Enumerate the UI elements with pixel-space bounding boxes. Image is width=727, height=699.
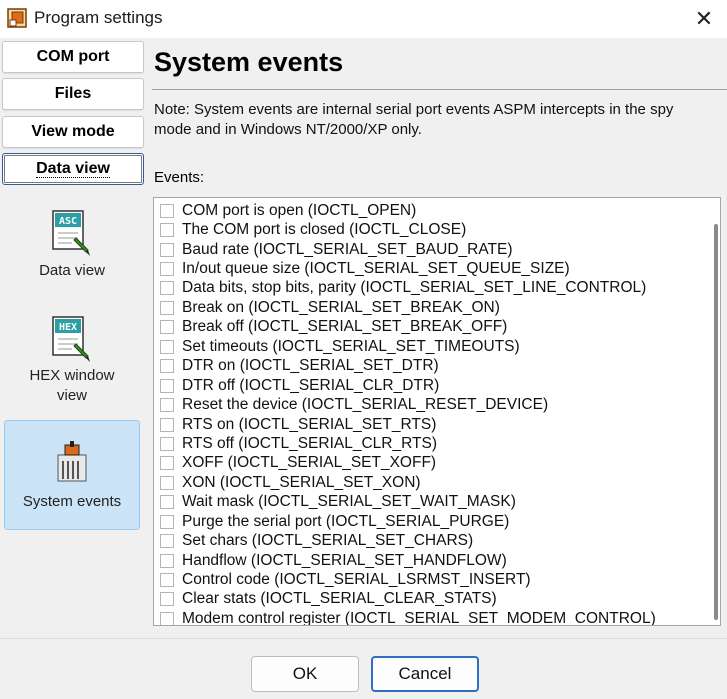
data-view-tile[interactable]: ASC Data view — [4, 204, 140, 300]
event-label: DTR on (IOCTL_SERIAL_SET_DTR) — [182, 357, 439, 375]
event-row[interactable]: Clear stats (IOCTL_SERIAL_CLEAR_STATS) — [160, 590, 656, 609]
view-mode-button[interactable]: View mode — [2, 116, 144, 148]
com-port-button[interactable]: COM port — [2, 41, 144, 73]
event-label: Reset the device (IOCTL_SERIAL_RESET_DEV… — [182, 396, 549, 414]
event-row[interactable]: Wait mask (IOCTL_SERIAL_SET_WAIT_MASK) — [160, 493, 656, 512]
data-view-button[interactable]: Data view — [2, 153, 144, 185]
event-checkbox[interactable] — [160, 436, 174, 451]
cancel-button[interactable]: Cancel — [371, 656, 479, 692]
event-row[interactable]: DTR off (IOCTL_SERIAL_CLR_DTR) — [160, 376, 656, 395]
event-label: Wait mask (IOCTL_SERIAL_SET_WAIT_MASK) — [182, 493, 516, 511]
page-title: System events — [154, 47, 344, 77]
title-divider — [152, 89, 727, 90]
event-row[interactable]: Purge the serial port (IOCTL_SERIAL_PURG… — [160, 512, 656, 531]
event-checkbox[interactable] — [160, 417, 174, 432]
event-row[interactable]: DTR on (IOCTL_SERIAL_SET_DTR) — [160, 357, 656, 376]
event-label: Purge the serial port (IOCTL_SERIAL_PURG… — [182, 512, 510, 530]
event-row[interactable]: The COM port is closed (IOCTL_CLOSE) — [160, 220, 656, 239]
event-label: Set chars (IOCTL_SERIAL_SET_CHARS) — [182, 532, 474, 550]
event-row[interactable]: XOFF (IOCTL_SERIAL_SET_XOFF) — [160, 454, 656, 473]
event-checkbox[interactable] — [160, 242, 174, 257]
footer-divider — [0, 638, 727, 639]
event-checkbox[interactable] — [160, 495, 174, 510]
close-icon[interactable]: ✕ — [681, 0, 727, 38]
event-checkbox[interactable] — [160, 378, 174, 393]
window-title: Program settings — [34, 8, 163, 27]
hex-icon-text: HEX — [59, 322, 77, 333]
event-label: Break on (IOCTL_SERIAL_SET_BREAK_ON) — [182, 298, 500, 316]
event-row[interactable]: Baud rate (IOCTL_SERIAL_SET_BAUD_RATE) — [160, 240, 656, 259]
event-checkbox[interactable] — [160, 223, 174, 238]
events-list-inner: COM port is open (IOCTL_OPEN) The COM por… — [160, 201, 656, 626]
event-checkbox[interactable] — [160, 611, 174, 625]
event-row[interactable]: In/out queue size (IOCTL_SERIAL_SET_QUEU… — [160, 259, 656, 278]
asc-icon-text: ASC — [59, 216, 77, 227]
event-row[interactable]: Data bits, stop bits, parity (IOCTL_SERI… — [160, 279, 656, 298]
system-events-icon — [57, 441, 87, 482]
event-row[interactable]: Set chars (IOCTL_SERIAL_SET_CHARS) — [160, 531, 656, 550]
event-checkbox[interactable] — [160, 398, 174, 413]
event-row[interactable]: XON (IOCTL_SERIAL_SET_XON) — [160, 473, 656, 492]
system-events-tile[interactable]: System events — [4, 420, 140, 530]
data-view-tile-label: Data view — [39, 262, 105, 279]
event-row[interactable]: Reset the device (IOCTL_SERIAL_RESET_DEV… — [160, 395, 656, 414]
ok-button[interactable]: OK — [251, 656, 359, 692]
event-label: DTR off (IOCTL_SERIAL_CLR_DTR) — [182, 376, 440, 394]
data-view-button-label: Data view — [36, 160, 110, 178]
event-label: XON (IOCTL_SERIAL_SET_XON) — [182, 473, 421, 491]
event-row[interactable]: RTS on (IOCTL_SERIAL_SET_RTS) — [160, 415, 656, 434]
event-label: XOFF (IOCTL_SERIAL_SET_XOFF) — [182, 454, 437, 472]
event-label: Data bits, stop bits, parity (IOCTL_SERI… — [182, 279, 647, 297]
event-label: Break off (IOCTL_SERIAL_SET_BREAK_OFF) — [182, 318, 508, 336]
event-checkbox[interactable] — [160, 339, 174, 354]
sidebar: COM port Files View mode Data view ASC D… — [0, 38, 148, 638]
event-checkbox[interactable] — [160, 534, 174, 549]
hex-window-view-tile[interactable]: HEX HEX window view — [4, 310, 140, 418]
event-label: Control code (IOCTL_SERIAL_LSRMST_INSERT… — [182, 571, 531, 589]
event-checkbox[interactable] — [160, 359, 174, 374]
event-checkbox[interactable] — [160, 203, 174, 218]
event-row[interactable]: Break on (IOCTL_SERIAL_SET_BREAK_ON) — [160, 298, 656, 317]
event-checkbox[interactable] — [160, 553, 174, 568]
event-row[interactable]: Modem control register (IOCTL_SERIAL_SET… — [160, 609, 656, 626]
event-label: In/out queue size (IOCTL_SERIAL_SET_QUEU… — [182, 260, 570, 278]
event-checkbox[interactable] — [160, 592, 174, 607]
files-button[interactable]: Files — [2, 78, 144, 110]
events-list[interactable]: COM port is open (IOCTL_OPEN) The COM por… — [153, 197, 721, 626]
event-checkbox[interactable] — [160, 320, 174, 335]
event-row[interactable]: Control code (IOCTL_SERIAL_LSRMST_INSERT… — [160, 570, 656, 589]
event-row[interactable]: Break off (IOCTL_SERIAL_SET_BREAK_OFF) — [160, 318, 656, 337]
event-label: RTS off (IOCTL_SERIAL_CLR_RTS) — [182, 434, 437, 452]
events-label: Events: — [154, 169, 205, 186]
event-checkbox[interactable] — [160, 514, 174, 529]
system-events-tile-label: System events — [22, 493, 122, 510]
event-label: COM port is open (IOCTL_OPEN) — [182, 201, 417, 219]
event-label: Modem control register (IOCTL_SERIAL_SET… — [182, 609, 656, 626]
event-label: Clear stats (IOCTL_SERIAL_CLEAR_STATS) — [182, 590, 497, 608]
title-bar: Program settings ✕ — [0, 0, 727, 38]
event-label: Set timeouts (IOCTL_SERIAL_SET_TIMEOUTS) — [182, 337, 520, 355]
app-icon — [7, 8, 27, 28]
event-row[interactable]: Set timeouts (IOCTL_SERIAL_SET_TIMEOUTS) — [160, 337, 656, 356]
event-checkbox[interactable] — [160, 300, 174, 315]
event-checkbox[interactable] — [160, 475, 174, 490]
event-row[interactable]: RTS off (IOCTL_SERIAL_CLR_RTS) — [160, 434, 656, 453]
asc-document-icon: ASC — [52, 210, 90, 256]
events-scrollbar[interactable] — [714, 224, 718, 620]
hex-window-view-tile-label: HEX window view — [29, 367, 115, 404]
hex-document-icon: HEX — [52, 316, 90, 362]
event-row[interactable]: Handflow (IOCTL_SERIAL_SET_HANDFLOW) — [160, 551, 656, 570]
event-label: The COM port is closed (IOCTL_CLOSE) — [182, 221, 467, 239]
event-checkbox[interactable] — [160, 281, 174, 296]
note-text: Note: System events are internal serial … — [154, 101, 674, 138]
event-label: RTS on (IOCTL_SERIAL_SET_RTS) — [182, 415, 437, 433]
event-label: Handflow (IOCTL_SERIAL_SET_HANDFLOW) — [182, 551, 507, 569]
event-checkbox[interactable] — [160, 456, 174, 471]
event-checkbox[interactable] — [160, 262, 174, 277]
event-row[interactable]: COM port is open (IOCTL_OPEN) — [160, 201, 656, 220]
event-label: Baud rate (IOCTL_SERIAL_SET_BAUD_RATE) — [182, 240, 513, 258]
event-checkbox[interactable] — [160, 573, 174, 588]
